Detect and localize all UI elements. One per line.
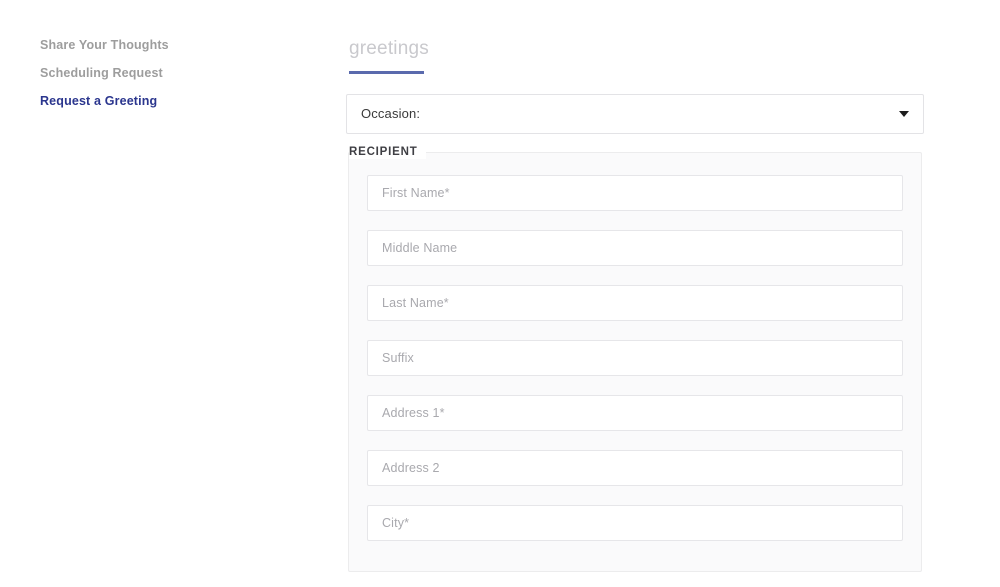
recipient-fieldset: RECIPIENT xyxy=(348,145,922,572)
sidebar: Share Your Thoughts Scheduling Request R… xyxy=(0,0,330,122)
recipient-legend: RECIPIENT xyxy=(349,145,426,159)
tab-bar: greetings xyxy=(346,0,924,74)
sidebar-item-share-your-thoughts[interactable]: Share Your Thoughts xyxy=(0,38,330,52)
tab-greetings[interactable]: greetings xyxy=(346,38,443,74)
occasion-select-value: Occasion: xyxy=(361,106,421,121)
sidebar-nav-list: Share Your Thoughts Scheduling Request R… xyxy=(0,38,330,108)
first-name-input[interactable] xyxy=(367,175,903,211)
address-1-input[interactable] xyxy=(367,395,903,431)
suffix-input[interactable] xyxy=(367,340,903,376)
city-input[interactable] xyxy=(367,505,903,541)
address-2-input[interactable] xyxy=(367,450,903,486)
sidebar-item-scheduling-request[interactable]: Scheduling Request xyxy=(0,66,330,80)
main-content: greetings Occasion: RECIPIENT xyxy=(346,0,924,572)
occasion-select[interactable]: Occasion: xyxy=(346,94,924,134)
sidebar-item-request-a-greeting[interactable]: Request a Greeting xyxy=(0,94,330,108)
tab-active-indicator xyxy=(349,71,424,74)
page-root: Share Your Thoughts Scheduling Request R… xyxy=(0,0,1000,587)
last-name-input[interactable] xyxy=(367,285,903,321)
middle-name-input[interactable] xyxy=(367,230,903,266)
chevron-down-icon xyxy=(899,111,909,117)
